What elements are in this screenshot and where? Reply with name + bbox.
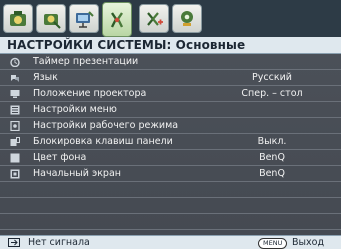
menu-item-splash-screen[interactable]: Начальный экран BenQ xyxy=(0,166,341,182)
menu-item-background-color[interactable]: Цвет фона BenQ xyxy=(0,150,341,166)
menu-title-bar: НАСТРОЙКИ СИСТЕМЫ: Основные xyxy=(0,37,341,54)
tab-information[interactable] xyxy=(172,4,202,33)
menu-item-value: Выкл. xyxy=(257,136,287,147)
menu-list: Таймер презентации Язык Русский Положени… xyxy=(0,54,341,235)
menu-item-label: Начальный экран xyxy=(33,168,121,179)
key-lock-icon xyxy=(10,137,20,146)
menu-item-label: Настройки меню xyxy=(33,104,117,115)
menu-item-projector-position[interactable]: Положение проектора Спер. – стол xyxy=(0,86,341,102)
operation-settings-icon xyxy=(10,121,20,131)
menu-settings-icon xyxy=(10,105,20,115)
menu-item-value: Спер. – стол xyxy=(241,88,303,99)
tab-display[interactable] xyxy=(69,4,99,33)
signal-status: Нет сигнала xyxy=(28,237,90,248)
menu-item-presentation-timer[interactable]: Таймер презентации xyxy=(0,54,341,70)
menu-item-empty xyxy=(0,182,341,198)
menu-key-icon: MENU xyxy=(258,238,288,249)
menu-item-label: Цвет фона xyxy=(33,152,87,163)
menu-item-label: Язык xyxy=(33,72,58,83)
page-title: НАСТРОЙКИ СИСТЕМЫ: Основные xyxy=(7,38,246,52)
menu-item-menu-settings[interactable]: Настройки меню xyxy=(0,102,341,118)
menu-item-value: BenQ xyxy=(259,168,285,179)
menu-item-empty xyxy=(0,198,341,214)
splash-screen-icon xyxy=(10,169,20,179)
menu-item-value: Русский xyxy=(252,72,292,83)
tab-picture[interactable] xyxy=(3,4,33,33)
input-source-icon xyxy=(8,238,20,247)
exit-hint[interactable]: Выход xyxy=(292,236,324,249)
background-color-icon xyxy=(10,153,20,163)
menu-item-label: Положение проектора xyxy=(33,88,147,99)
status-bar: Нет сигнала MENU Выход xyxy=(0,235,341,249)
menu-item-operation-settings[interactable]: Настройки рабочего режима xyxy=(0,118,341,134)
tab-bar xyxy=(0,0,341,37)
picture-advanced-icon xyxy=(44,13,61,29)
tab-system-setup[interactable] xyxy=(102,2,132,37)
projector-osd-menu: НАСТРОЙКИ СИСТЕМЫ: Основные Таймер презе… xyxy=(0,0,341,249)
menu-item-value: BenQ xyxy=(259,152,285,163)
projector-position-icon xyxy=(10,90,20,98)
menu-item-panel-key-lock[interactable]: Блокировка клавиш панели Выкл. xyxy=(0,134,341,150)
menu-item-empty xyxy=(0,214,341,230)
tab-system-advanced[interactable] xyxy=(139,4,169,33)
display-icon xyxy=(76,10,94,28)
information-icon xyxy=(181,10,193,26)
timer-icon xyxy=(10,57,20,67)
menu-item-label: Блокировка клавиш панели xyxy=(33,136,173,147)
picture-icon xyxy=(10,10,26,26)
menu-item-label: Таймер презентации xyxy=(33,56,139,67)
language-icon xyxy=(11,75,19,82)
menu-item-label: Настройки рабочего режима xyxy=(33,120,179,131)
system-advanced-icon xyxy=(147,11,163,26)
system-setup-icon xyxy=(110,11,124,28)
tab-picture-advanced[interactable] xyxy=(36,4,66,33)
menu-item-language[interactable]: Язык Русский xyxy=(0,70,341,86)
